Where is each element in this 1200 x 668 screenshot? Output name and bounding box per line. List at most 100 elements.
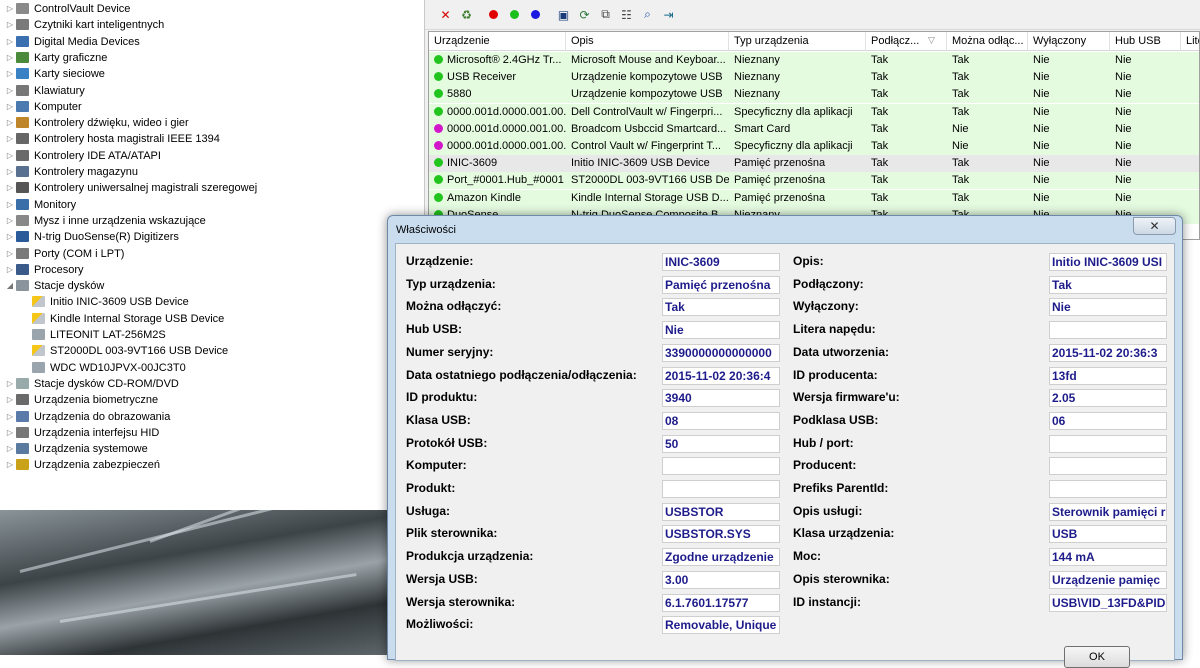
- expand-icon[interactable]: ▷: [6, 441, 14, 457]
- expand-icon[interactable]: ▷: [6, 131, 14, 147]
- ok-button[interactable]: OK: [1064, 646, 1130, 668]
- properties-icon[interactable]: ☷: [618, 6, 635, 23]
- blue-filter-icon[interactable]: [527, 6, 544, 23]
- tree-item[interactable]: ▷ Urządzenia biometryczne: [6, 392, 158, 408]
- property-value-field[interactable]: [1049, 321, 1167, 340]
- expand-icon[interactable]: ▷: [6, 17, 14, 33]
- expand-icon[interactable]: ▷: [6, 99, 14, 115]
- collapse-icon[interactable]: ◢: [6, 278, 14, 294]
- tree-item[interactable]: ▷ Kontrolery magazynu: [6, 164, 138, 180]
- property-value-field[interactable]: 06: [1049, 411, 1167, 430]
- tree-item[interactable]: ST2000DL 003-9VT166 USB Device: [22, 343, 228, 359]
- tree-item[interactable]: ▷ Urządzenia zabezpieczeń: [6, 457, 160, 473]
- tree-item[interactable]: ▷ Monitory: [6, 197, 76, 213]
- tree-item[interactable]: ▷ Komputer: [6, 99, 82, 115]
- close-button[interactable]: ✕: [1133, 217, 1176, 235]
- expand-icon[interactable]: ▷: [6, 1, 14, 17]
- expand-icon[interactable]: ▷: [6, 425, 14, 441]
- column-header[interactable]: Wyłączony: [1028, 32, 1110, 51]
- expand-icon[interactable]: ▷: [6, 409, 14, 425]
- expand-icon[interactable]: ▷: [6, 66, 14, 82]
- expand-icon[interactable]: ▷: [6, 164, 14, 180]
- property-value-field[interactable]: Nie: [1049, 298, 1167, 317]
- property-value-field[interactable]: USBSTOR: [662, 502, 780, 521]
- save-icon[interactable]: ▣: [555, 6, 572, 23]
- table-row[interactable]: Port_#0001.Hub_#0001 ST2000DL 003-9VT166 …: [429, 172, 1199, 190]
- tree-item[interactable]: ▷ Stacje dysków CD-ROM/DVD: [6, 376, 179, 392]
- tree-item[interactable]: ▷ N-trig DuoSense(R) Digitizers: [6, 229, 179, 245]
- property-value-field[interactable]: Urządzenie pamięc: [1049, 570, 1167, 589]
- device-table[interactable]: Urządzenie Opis Typ urządzenia Podłącz... Mo…: [428, 31, 1200, 240]
- property-value-field[interactable]: 144 mA: [1049, 548, 1167, 567]
- table-row[interactable]: 5880 Urządzenie kompozytowe USB Nieznany Ta…: [429, 86, 1199, 104]
- delete-icon[interactable]: ✕: [437, 6, 454, 23]
- property-value-field[interactable]: Removable, Unique: [662, 616, 780, 635]
- property-value-field[interactable]: [1049, 434, 1167, 453]
- expand-icon[interactable]: ▷: [6, 197, 14, 213]
- expand-icon[interactable]: ▷: [6, 115, 14, 131]
- expand-icon[interactable]: ▷: [6, 50, 14, 66]
- property-value-field[interactable]: 3940: [662, 389, 780, 408]
- column-header[interactable]: Hub USB: [1110, 32, 1181, 51]
- tree-item[interactable]: ▷ Urządzenia systemowe: [6, 441, 148, 457]
- property-value-field[interactable]: USBSTOR.SYS: [662, 525, 780, 544]
- column-header[interactable]: Lite: [1181, 32, 1199, 51]
- sort-icon[interactable]: ▽: [928, 35, 935, 46]
- expand-icon[interactable]: ▷: [6, 34, 14, 50]
- property-value-field[interactable]: Pamięć przenośna: [662, 275, 780, 294]
- tree-item[interactable]: ▷ Czytniki kart inteligentnych: [6, 17, 164, 33]
- device-tree[interactable]: ▷ ControlVault Device ▷ Czytniki kart intel…: [0, 0, 425, 510]
- property-value-field[interactable]: USB: [1049, 525, 1167, 544]
- copy-icon[interactable]: ⧉: [597, 6, 614, 23]
- property-value-field[interactable]: 2.05: [1049, 389, 1167, 408]
- table-row[interactable]: 0000.001d.0000.001.00... Dell ControlVaul…: [429, 103, 1199, 121]
- tree-item[interactable]: ▷ Klawiatury: [6, 83, 85, 99]
- expand-icon[interactable]: ▷: [6, 83, 14, 99]
- column-header[interactable]: Urządzenie: [429, 32, 566, 51]
- tree-item[interactable]: ▷ Urządzenia interfejsu HID: [6, 425, 159, 441]
- property-value-field[interactable]: 2015-11-02 20:36:4: [662, 366, 780, 385]
- tree-item[interactable]: ▷ Mysz i inne urządzenia wskazujące: [6, 213, 206, 229]
- expand-icon[interactable]: ▷: [6, 392, 14, 408]
- table-row[interactable]: 0000.001d.0000.001.00... Control Vault w/…: [429, 138, 1199, 155]
- tree-item[interactable]: WDC WD10JPVX-00JC3T0: [22, 360, 186, 376]
- table-row[interactable]: USB Receiver Urządzenie kompozytowe USB Ni…: [429, 69, 1199, 87]
- tree-item[interactable]: LITEONIT LAT-256M2S: [22, 327, 166, 343]
- table-row[interactable]: Microsoft® 2.4GHz Tr... Microsoft Mouse a…: [429, 52, 1199, 69]
- tree-item[interactable]: ▷ Karty graficzne: [6, 50, 107, 66]
- tree-item[interactable]: ▷ Karty sieciowe: [6, 66, 105, 82]
- property-value-field[interactable]: 3390000000000000: [662, 343, 780, 362]
- expand-icon[interactable]: ▷: [6, 180, 14, 196]
- expand-icon[interactable]: ▷: [6, 262, 14, 278]
- tree-item[interactable]: ▷ Kontrolery dźwięku, wideo i gier: [6, 115, 189, 131]
- uninstall-icon[interactable]: ♻: [458, 6, 475, 23]
- tree-item[interactable]: ▷ Kontrolery IDE ATA/ATAPI: [6, 148, 161, 164]
- expand-icon[interactable]: ▷: [6, 213, 14, 229]
- property-value-field[interactable]: [1049, 480, 1167, 498]
- property-value-field[interactable]: 13fd: [1049, 366, 1167, 385]
- tree-item[interactable]: ▷ ControlVault Device: [6, 1, 130, 17]
- property-value-field[interactable]: Zgodne urządzenie: [662, 548, 780, 567]
- tree-item[interactable]: ▷ Procesory: [6, 262, 84, 278]
- property-value-field[interactable]: [662, 457, 780, 476]
- property-value-field[interactable]: Sterownik pamięci r: [1049, 502, 1167, 521]
- red-filter-icon[interactable]: [485, 6, 502, 23]
- tree-item[interactable]: Kindle Internal Storage USB Device: [22, 311, 224, 327]
- column-header[interactable]: Opis: [566, 32, 729, 51]
- green-filter-icon[interactable]: [506, 6, 523, 23]
- column-header[interactable]: Można odłąc...: [947, 32, 1028, 51]
- tree-item[interactable]: ▷ Digital Media Devices: [6, 34, 140, 50]
- expand-icon[interactable]: ▷: [6, 376, 14, 392]
- property-value-field[interactable]: Nie: [662, 321, 780, 340]
- tree-item[interactable]: ▷ Kontrolery hosta magistrali IEEE 1394: [6, 131, 220, 147]
- tree-item[interactable]: ◢ Stacje dysków: [6, 278, 104, 294]
- property-value-field[interactable]: INIC-3609: [662, 253, 780, 271]
- property-value-field[interactable]: [1049, 457, 1167, 476]
- property-value-field[interactable]: 08: [662, 411, 780, 430]
- tree-item[interactable]: ▷ Urządzenia do obrazowania: [6, 409, 170, 425]
- property-value-field[interactable]: USB\VID_13FD&PID: [1049, 593, 1167, 612]
- property-value-field[interactable]: 3.00: [662, 570, 780, 589]
- expand-icon[interactable]: ▷: [6, 229, 14, 245]
- property-value-field[interactable]: Tak: [1049, 275, 1167, 294]
- property-value-field[interactable]: 50: [662, 434, 780, 453]
